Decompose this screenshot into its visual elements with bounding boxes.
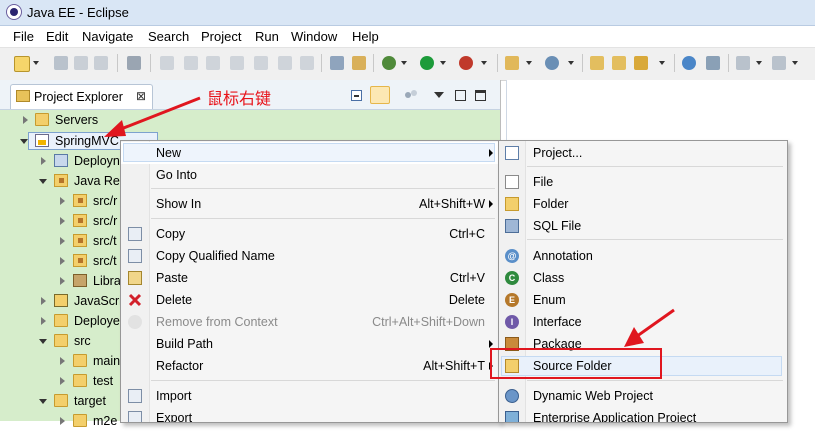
annotation-arrows — [104, 96, 675, 347]
arrow-to-source-folder — [624, 308, 675, 347]
arrow-to-springmvc — [104, 96, 201, 137]
